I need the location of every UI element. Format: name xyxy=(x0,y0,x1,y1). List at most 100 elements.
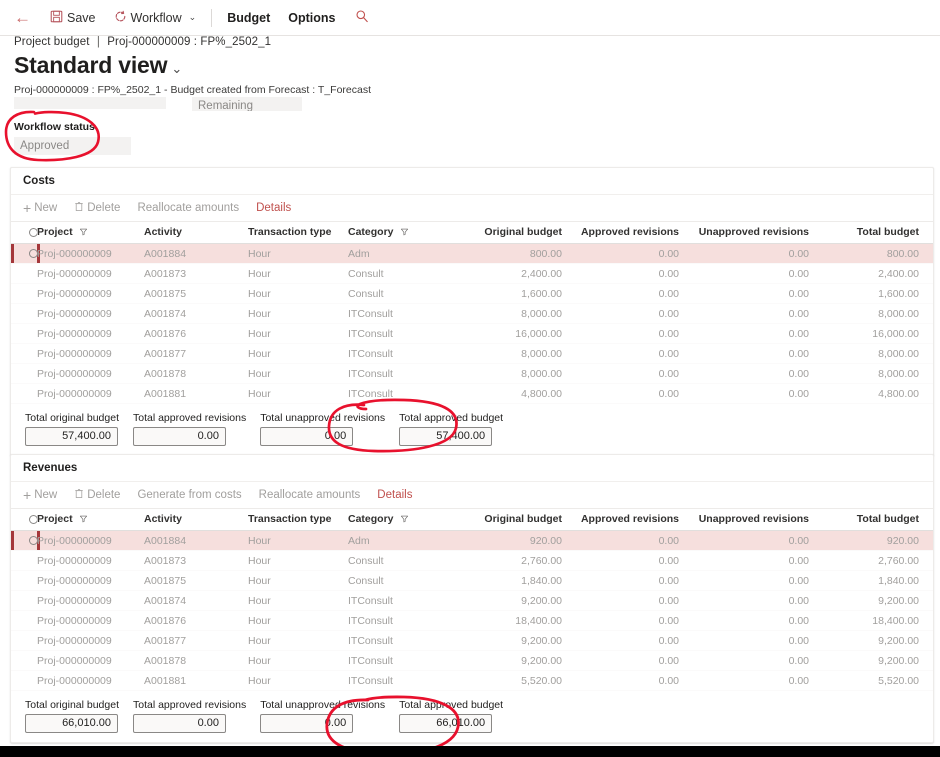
cell-approved-revisions[interactable]: 0.00 xyxy=(576,343,693,364)
cell-original-budget[interactable]: 8,000.00 xyxy=(468,303,576,324)
cell-project[interactable]: Proj-000000009 xyxy=(37,243,144,264)
cell-activity[interactable]: A001876 xyxy=(144,610,248,631)
column-header-category[interactable]: Category xyxy=(348,221,468,244)
column-header-category[interactable]: Category xyxy=(348,508,468,531)
cell-unapproved-revisions[interactable]: 0.00 xyxy=(693,670,823,691)
cell-transaction-type[interactable]: Hour xyxy=(248,610,348,631)
cell-activity[interactable]: A001878 xyxy=(144,650,248,671)
cell-category[interactable]: ITConsult xyxy=(348,590,468,611)
cell-total-budget[interactable]: 9,200.00 xyxy=(823,590,933,611)
table-row[interactable]: Proj-000000009 A001874 Hour ITConsult 8,000.… xyxy=(11,303,933,324)
column-header-unapproved-revisions[interactable]: Unapproved revisions xyxy=(693,221,823,244)
remaining-field[interactable]: Remaining xyxy=(192,97,302,111)
cell-unapproved-revisions[interactable]: 0.00 xyxy=(693,263,823,284)
cell-activity[interactable]: A001873 xyxy=(144,550,248,571)
cell-total-budget[interactable]: 8,000.00 xyxy=(823,343,933,364)
cell-transaction-type[interactable]: Hour xyxy=(248,263,348,284)
cell-category[interactable]: ITConsult xyxy=(348,670,468,691)
row-select-radio[interactable] xyxy=(11,363,37,384)
cell-activity[interactable]: A001884 xyxy=(144,530,248,551)
total-value[interactable]: 0.00 xyxy=(132,427,226,446)
cell-total-budget[interactable]: 4,800.00 xyxy=(823,383,933,404)
column-header-original-budget[interactable]: Original budget xyxy=(468,221,576,244)
select-all-radio[interactable] xyxy=(11,508,38,531)
cell-original-budget[interactable]: 8,000.00 xyxy=(468,343,576,364)
cell-activity[interactable]: A001884 xyxy=(144,243,248,264)
cell-project[interactable]: Proj-000000009 xyxy=(37,590,144,611)
table-row[interactable]: Proj-000000009 A001884 Hour Adm 920.00 0.00 0.… xyxy=(11,530,933,551)
cell-category[interactable]: Adm xyxy=(348,530,468,551)
options-menu-button[interactable]: Options xyxy=(279,4,344,32)
cell-total-budget[interactable]: 5,520.00 xyxy=(823,670,933,691)
cell-unapproved-revisions[interactable]: 0.00 xyxy=(693,283,823,304)
row-select-radio[interactable] xyxy=(11,550,37,571)
cell-approved-revisions[interactable]: 0.00 xyxy=(576,363,693,384)
budget-menu-button[interactable]: Budget xyxy=(218,4,279,32)
table-row[interactable]: Proj-000000009 A001877 Hour ITConsult 9,200.… xyxy=(11,630,933,651)
cell-total-budget[interactable]: 1,840.00 xyxy=(823,570,933,591)
table-row[interactable]: Proj-000000009 A001875 Hour Consult 1,600.00… xyxy=(11,283,933,304)
cell-total-budget[interactable]: 1,600.00 xyxy=(823,283,933,304)
column-header-project[interactable]: Project xyxy=(37,508,144,531)
cell-project[interactable]: Proj-000000009 xyxy=(37,670,144,691)
row-select-radio[interactable] xyxy=(11,283,37,304)
cell-unapproved-revisions[interactable]: 0.00 xyxy=(693,630,823,651)
column-header-total-budget[interactable]: Total budget xyxy=(823,508,933,531)
row-select-radio[interactable] xyxy=(11,570,37,591)
cell-activity[interactable]: A001881 xyxy=(144,383,248,404)
total-value[interactable]: 0.00 xyxy=(132,714,226,733)
cell-activity[interactable]: A001874 xyxy=(144,303,248,324)
row-select-radio[interactable] xyxy=(11,343,37,364)
row-select-radio[interactable] xyxy=(11,323,37,344)
total-value[interactable]: 66,010.00 xyxy=(25,714,118,733)
cell-category[interactable]: ITConsult xyxy=(348,383,468,404)
revenues-details-button[interactable]: Details xyxy=(377,489,421,501)
cell-total-budget[interactable]: 9,200.00 xyxy=(823,650,933,671)
cell-category[interactable]: ITConsult xyxy=(348,650,468,671)
cell-unapproved-revisions[interactable]: 0.00 xyxy=(693,363,823,384)
table-row[interactable]: Proj-000000009 A001874 Hour ITConsult 9,200.… xyxy=(11,590,933,611)
cell-original-budget[interactable]: 2,760.00 xyxy=(468,550,576,571)
select-all-radio[interactable] xyxy=(11,221,38,244)
column-filter-icon[interactable] xyxy=(73,513,88,525)
cell-approved-revisions[interactable]: 0.00 xyxy=(576,303,693,324)
cell-transaction-type[interactable]: Hour xyxy=(248,343,348,364)
cell-project[interactable]: Proj-000000009 xyxy=(37,283,144,304)
header-blank-field[interactable] xyxy=(14,97,166,109)
cell-original-budget[interactable]: 8,000.00 xyxy=(468,363,576,384)
cell-approved-revisions[interactable]: 0.00 xyxy=(576,570,693,591)
column-filter-icon[interactable] xyxy=(394,226,409,238)
total-value[interactable]: 0.00 xyxy=(260,427,354,446)
cell-unapproved-revisions[interactable]: 0.00 xyxy=(693,550,823,571)
cell-original-budget[interactable]: 920.00 xyxy=(468,530,576,551)
cell-original-budget[interactable]: 9,200.00 xyxy=(468,650,576,671)
costs-reallocate-amounts-button[interactable]: Reallocate amounts xyxy=(137,202,248,214)
column-header-approved-revisions[interactable]: Approved revisions xyxy=(576,221,693,244)
row-select-radio[interactable] xyxy=(11,630,37,651)
page-title[interactable]: Standard view ⌄ xyxy=(14,52,182,79)
costs-delete-button[interactable]: Delete xyxy=(74,201,129,215)
cell-original-budget[interactable]: 9,200.00 xyxy=(468,630,576,651)
cell-activity[interactable]: A001877 xyxy=(144,343,248,364)
row-select-radio[interactable] xyxy=(11,650,37,671)
cell-approved-revisions[interactable]: 0.00 xyxy=(576,650,693,671)
column-filter-icon[interactable] xyxy=(73,226,88,238)
cell-unapproved-revisions[interactable]: 0.00 xyxy=(693,570,823,591)
column-header-original-budget[interactable]: Original budget xyxy=(468,508,576,531)
cell-original-budget[interactable]: 2,400.00 xyxy=(468,263,576,284)
revenues-reallocate-amounts-button[interactable]: Reallocate amounts xyxy=(259,489,370,501)
cell-project[interactable]: Proj-000000009 xyxy=(37,650,144,671)
cell-transaction-type[interactable]: Hour xyxy=(248,650,348,671)
cell-project[interactable]: Proj-000000009 xyxy=(37,323,144,344)
cell-transaction-type[interactable]: Hour xyxy=(248,550,348,571)
cell-total-budget[interactable]: 18,400.00 xyxy=(823,610,933,631)
cell-approved-revisions[interactable]: 0.00 xyxy=(576,550,693,571)
table-row[interactable]: Proj-000000009 A001877 Hour ITConsult 8,000.… xyxy=(11,343,933,364)
cell-project[interactable]: Proj-000000009 xyxy=(37,610,144,631)
cell-approved-revisions[interactable]: 0.00 xyxy=(576,243,693,264)
cell-transaction-type[interactable]: Hour xyxy=(248,323,348,344)
cell-category[interactable]: Consult xyxy=(348,550,468,571)
row-select-radio[interactable] xyxy=(11,610,37,631)
row-select-radio[interactable] xyxy=(11,263,37,284)
cell-activity[interactable]: A001875 xyxy=(144,283,248,304)
